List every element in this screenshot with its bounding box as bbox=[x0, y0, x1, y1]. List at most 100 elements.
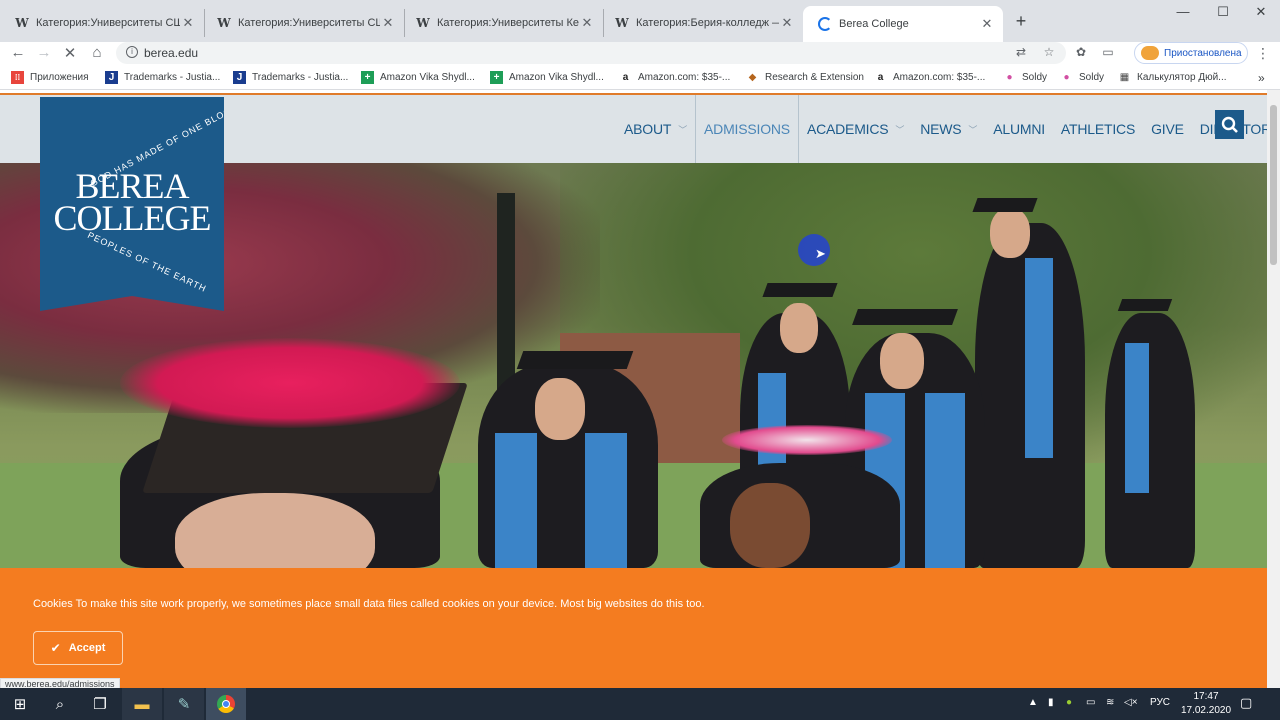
battery-icon[interactable]: ▭ bbox=[1086, 697, 1095, 708]
search-icon[interactable]: ⌕ bbox=[40, 688, 80, 720]
bookmark-item[interactable]: a Amazon.com: $35-... bbox=[619, 71, 731, 84]
bookmark-item[interactable]: J Trademarks - Justia... bbox=[105, 71, 220, 84]
main-navigation: ABOUT ﹀ ADMISSIONS ACADEMICS ﹀ NEWS ﹀ ALUMN… bbox=[616, 95, 1267, 163]
chrome-icon[interactable] bbox=[206, 688, 246, 720]
nav-academics[interactable]: ACADEMICS ﹀ bbox=[799, 95, 912, 163]
maximize-button[interactable]: ☐ bbox=[1203, 4, 1243, 24]
mouse-cursor-icon: ➤ bbox=[815, 246, 826, 261]
justia-icon: J bbox=[105, 71, 118, 84]
stop-icon[interactable]: ✕ bbox=[60, 44, 80, 62]
graduate-stole bbox=[1125, 343, 1149, 493]
flower-cap bbox=[120, 338, 460, 428]
accept-label: Accept bbox=[68, 642, 106, 654]
bookmark-item[interactable]: J Trademarks - Justia... bbox=[233, 71, 348, 84]
graduate-stole bbox=[1025, 258, 1053, 458]
browser-tab[interactable]: W Категория:Университеты Кентук ✕ bbox=[401, 9, 604, 37]
input-language[interactable]: РУС bbox=[1150, 697, 1170, 708]
wikipedia-icon: W bbox=[615, 16, 629, 30]
clock-time: 17:47 bbox=[1193, 691, 1219, 702]
avatar bbox=[1141, 46, 1159, 60]
tab-title: Категория:Берия-колледж — Ви bbox=[636, 17, 779, 29]
back-icon[interactable]: ← bbox=[8, 44, 28, 61]
bookmark-item[interactable]: ▦ Калькулятор Дюй... bbox=[1118, 71, 1227, 84]
nav-give[interactable]: GIVE bbox=[1143, 95, 1192, 163]
nav-about[interactable]: ABOUT ﹀ bbox=[616, 95, 695, 163]
research-icon: ◆ bbox=[748, 72, 757, 83]
browser-tab[interactable]: W Категория:Университеты США – ✕ bbox=[0, 9, 205, 37]
cookie-banner: Cookies To make this site work properly,… bbox=[0, 568, 1267, 688]
bookmark-label: Research & Extension bbox=[765, 72, 864, 83]
tab-title: Категория:Университеты США – bbox=[36, 17, 180, 29]
bookmark-item[interactable]: + Amazon Vika Shydl... bbox=[361, 71, 475, 84]
nav-alumni[interactable]: ALUMNI bbox=[985, 95, 1053, 163]
new-tab-button[interactable]: + bbox=[1010, 11, 1032, 32]
web-page: ➤ GOD HAS MADE OF ONE BLOOD ALL BEREA CO… bbox=[0, 90, 1267, 688]
tray-app-icon[interactable]: ▮ bbox=[1048, 697, 1054, 708]
nav-label: ADMISSIONS bbox=[704, 121, 790, 137]
flower-cap bbox=[722, 425, 892, 455]
chevron-down-icon: ﹀ bbox=[895, 124, 905, 135]
notification-center-icon[interactable]: ▢ bbox=[1240, 695, 1252, 711]
page-scrollbar[interactable] bbox=[1267, 90, 1280, 688]
close-window-button[interactable]: ✕ bbox=[1241, 4, 1280, 24]
browser-tab[interactable]: W Категория:Берия-колледж — Ви ✕ bbox=[600, 9, 803, 37]
close-tab-icon[interactable]: ✕ bbox=[180, 15, 196, 31]
browser-tab-active[interactable]: Berea College ✕ bbox=[803, 6, 1003, 42]
graduate-face bbox=[535, 378, 585, 440]
bookmark-star-icon[interactable]: ☆ bbox=[1040, 45, 1058, 59]
extension-icon[interactable]: ✿ bbox=[1072, 45, 1090, 59]
graduate-face bbox=[175, 493, 375, 568]
wifi-icon[interactable]: ≋ bbox=[1106, 697, 1114, 708]
bookmark-item[interactable]: ● Soldy bbox=[1060, 71, 1104, 84]
nav-admissions[interactable]: ADMISSIONS bbox=[695, 95, 799, 163]
nav-label: ALUMNI bbox=[993, 121, 1045, 137]
soldy-icon: ● bbox=[1063, 72, 1070, 83]
bookmark-item[interactable]: ◆ Research & Extension bbox=[746, 71, 864, 84]
taskbar-clock[interactable]: 17:47 17.02.2020 bbox=[1178, 690, 1234, 718]
graduate-face bbox=[880, 333, 924, 389]
nav-label: NEWS bbox=[920, 121, 962, 137]
justia-icon: J bbox=[233, 71, 246, 84]
tray-chevron-up-icon[interactable]: ▲ bbox=[1028, 697, 1038, 708]
browser-tab[interactable]: W Категория:Университеты США | ✕ bbox=[202, 9, 405, 37]
forward-icon[interactable]: → bbox=[34, 44, 54, 61]
graduation-cap bbox=[972, 198, 1038, 212]
windows-start-icon[interactable]: ⊞ bbox=[0, 688, 40, 720]
profile-paused-button[interactable]: Приостановлена bbox=[1134, 42, 1248, 64]
calculator-icon: ▦ bbox=[1119, 72, 1130, 83]
bookmarks-overflow-button[interactable]: » bbox=[1258, 71, 1265, 85]
berea-college-logo[interactable]: GOD HAS MADE OF ONE BLOOD ALL BEREA COLL… bbox=[40, 97, 224, 311]
site-info-icon[interactable]: i bbox=[126, 46, 138, 58]
translate-icon[interactable]: ⇄ bbox=[1012, 45, 1030, 59]
graduate-face bbox=[730, 483, 810, 568]
close-tab-icon[interactable]: ✕ bbox=[579, 15, 595, 31]
graduate-stole bbox=[585, 433, 627, 568]
bookmark-item[interactable]: + Amazon Vika Shydl... bbox=[490, 71, 604, 84]
nav-news[interactable]: NEWS ﹀ bbox=[912, 95, 985, 163]
menu-kebab-icon[interactable]: ⋮ bbox=[1254, 45, 1272, 62]
scrollbar-thumb[interactable] bbox=[1270, 105, 1277, 265]
bookmark-apps[interactable]: ⁞⁞ Приложения bbox=[11, 71, 89, 84]
volume-icon[interactable]: ◁× bbox=[1124, 697, 1138, 708]
bookmark-label: Amazon.com: $35-... bbox=[638, 72, 731, 83]
bookmarks-bar: ⁞⁞ Приложения J Trademarks - Justia... J Tr… bbox=[0, 66, 1280, 90]
accept-cookies-button[interactable]: ✔ Accept bbox=[33, 631, 123, 665]
task-view-icon[interactable]: ❐ bbox=[80, 688, 120, 720]
cast-icon[interactable]: ▭ bbox=[1099, 45, 1117, 59]
bookmark-label: Калькулятор Дюй... bbox=[1137, 72, 1227, 83]
nav-athletics[interactable]: ATHLETICS bbox=[1053, 95, 1143, 163]
file-explorer-icon[interactable]: ▬ bbox=[122, 688, 162, 720]
bookmark-item[interactable]: a Amazon.com: $35-... bbox=[874, 71, 986, 84]
bookmark-label: Amazon Vika Shydl... bbox=[509, 72, 604, 83]
home-icon[interactable]: ⌂ bbox=[87, 44, 107, 61]
site-search-button[interactable] bbox=[1215, 110, 1244, 139]
bookmark-item[interactable]: ● Soldy bbox=[1003, 71, 1047, 84]
minimize-button[interactable]: — bbox=[1163, 4, 1203, 24]
close-tab-icon[interactable]: ✕ bbox=[979, 16, 995, 32]
address-bar[interactable]: i berea.edu bbox=[116, 42, 1066, 64]
tray-shield-icon[interactable]: ● bbox=[1066, 697, 1072, 708]
app-icon[interactable]: ✎ bbox=[164, 688, 204, 720]
close-tab-icon[interactable]: ✕ bbox=[779, 15, 795, 31]
cookie-message: Cookies To make this site work properly,… bbox=[33, 598, 705, 610]
close-tab-icon[interactable]: ✕ bbox=[380, 15, 396, 31]
